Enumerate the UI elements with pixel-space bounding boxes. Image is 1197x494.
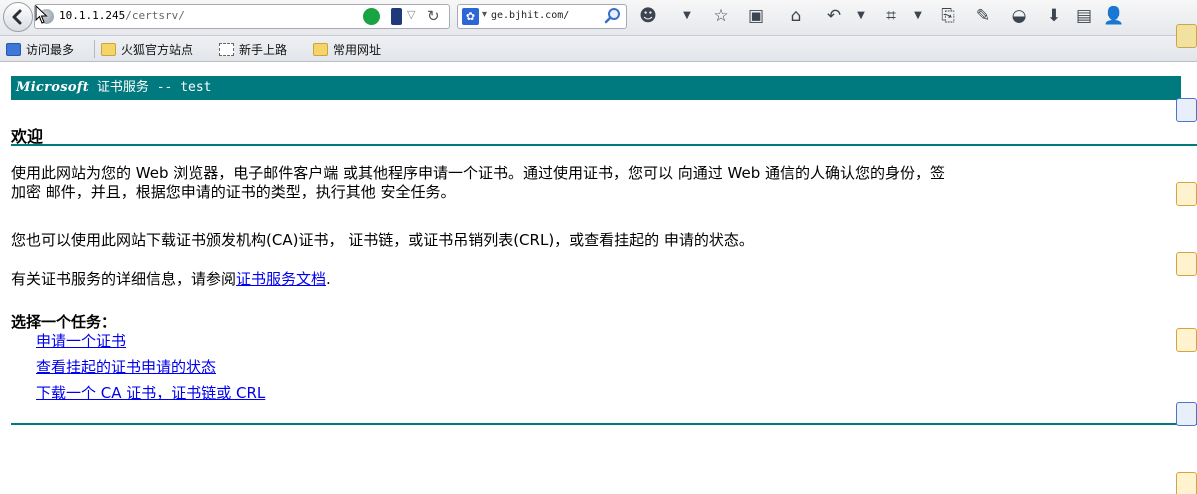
heading-divider: [11, 144, 1197, 146]
footer-divider: [11, 423, 1197, 425]
undo-dropdown-icon[interactable]: ▼: [850, 5, 872, 27]
download-ca-certificate-link[interactable]: 下载一个 CA 证书，证书链或 CRL: [36, 382, 265, 403]
request-certificate-link[interactable]: 申请一个证书: [36, 330, 126, 351]
docs-suffix: .: [326, 270, 331, 288]
bookmarks-menu-icon[interactable]: ▣: [745, 5, 767, 27]
most-visited-icon: [6, 42, 21, 56]
bookmark-label: 常用网址: [333, 42, 382, 57]
navigation-toolbar: 10.1.1.245/certsrv/ ▽ ↻ ✿ ▾ ge.bjhit.com…: [0, 0, 1197, 36]
folder-icon: [313, 42, 328, 56]
user-icon[interactable]: 👤: [1103, 5, 1125, 27]
go-icon[interactable]: [363, 8, 380, 25]
bookmark-firefox-official[interactable]: 火狐官方站点: [101, 40, 193, 58]
url-path: /certsrv/: [125, 9, 185, 22]
sidebar-font-icon[interactable]: [1176, 472, 1197, 494]
sidebar-brush-icon[interactable]: [1176, 182, 1197, 206]
share-icon[interactable]: ⎘: [937, 5, 959, 27]
header-banner: Microsoft 证书服务 -- test: [11, 76, 1181, 100]
sidebar-feather-icon[interactable]: [1176, 402, 1197, 426]
bookmark-common-sites[interactable]: 常用网址: [313, 40, 381, 58]
intro-paragraph-line-1: 使用此网站为您的 Web 浏览器，电子邮件客户端 或其他程序申请一个证书。通过使…: [11, 164, 946, 182]
download-paragraph: 您也可以使用此网站下载证书颁发机构(CA)证书， 证书链，或证书吊销列表(CRL…: [11, 231, 754, 249]
bookmark-label: 火狐官方站点: [121, 42, 194, 57]
bookmark-separator: [94, 40, 95, 58]
bookmark-label: 访问最多: [26, 42, 75, 57]
cert-services-docs-link[interactable]: 证书服务文档: [236, 270, 326, 288]
sidebar-document-icon[interactable]: [1176, 328, 1197, 352]
addon-dropdown-icon[interactable]: ▼: [676, 5, 698, 27]
url-host: 10.1.1.245: [59, 9, 126, 22]
paw-icon[interactable]: ✿: [462, 8, 479, 25]
download-icon[interactable]: ⬇: [1043, 5, 1065, 27]
banner-title: 证书服务 -- test: [89, 80, 212, 95]
mobile-icon[interactable]: [391, 8, 402, 25]
addon-icon[interactable]: ☻: [637, 5, 659, 27]
task-title: 选择一个任务：: [11, 313, 117, 331]
reload-icon[interactable]: ↻: [427, 7, 440, 25]
intro-paragraph-line-2: 加密 邮件，并且，根据您申请的证书的类型，执行其他 安全任务。: [11, 183, 456, 201]
docs-prefix: 有关证书服务的详细信息，请参阅: [11, 270, 237, 288]
sidebar-edit-icon[interactable]: [1176, 98, 1197, 122]
address-bar[interactable]: 10.1.1.245/certsrv/ ▽ ↻: [34, 4, 450, 29]
back-button[interactable]: [3, 2, 33, 32]
screenshot-icon[interactable]: ⌗: [880, 5, 902, 27]
search-engine-dropdown-icon[interactable]: ▾: [482, 9, 487, 20]
bookmark-getting-started[interactable]: 新手上路: [219, 40, 287, 58]
history-dropdown-icon[interactable]: ▽: [407, 8, 415, 21]
search-bar[interactable]: ✿ ▾ ge.bjhit.com/: [457, 4, 627, 29]
mouse-cursor-icon: [35, 5, 48, 24]
search-icon[interactable]: [604, 7, 622, 25]
search-input[interactable]: ge.bjhit.com/: [491, 10, 569, 21]
blank-page-icon: [219, 42, 234, 56]
back-arrow-icon: [12, 9, 22, 25]
page-content: Microsoft 证书服务 -- test 欢迎 使用此网站为您的 Web 浏…: [0, 24, 1197, 494]
sidebar-pencil-icon[interactable]: [1176, 252, 1197, 276]
window-icon[interactable]: ▤: [1073, 5, 1095, 27]
mask-icon[interactable]: ◒: [1008, 5, 1030, 27]
bookmark-most-visited[interactable]: 访问最多: [6, 40, 74, 58]
bookmarks-toolbar: 访问最多 火狐官方站点 新手上路 常用网址: [0, 36, 1197, 62]
folder-icon: [101, 42, 116, 56]
docs-paragraph: 有关证书服务的详细信息，请参阅证书服务文档.: [11, 270, 1197, 289]
browser-window: 10.1.1.245/certsrv/ ▽ ↻ ✿ ▾ ge.bjhit.com…: [0, 0, 1197, 494]
bookmark-star-icon[interactable]: ☆: [710, 5, 732, 27]
brand-name: Microsoft: [16, 80, 90, 95]
bookmark-label: 新手上路: [239, 42, 288, 57]
tools-icon[interactable]: ✎: [972, 5, 994, 27]
screenshot-dropdown-icon[interactable]: ▼: [907, 5, 929, 27]
view-pending-status-link[interactable]: 查看挂起的证书申请的状态: [36, 356, 216, 377]
undo-icon[interactable]: ↶: [823, 5, 845, 27]
home-icon[interactable]: ⌂: [785, 5, 807, 27]
sidebar-note-icon[interactable]: [1176, 24, 1197, 48]
url-text[interactable]: 10.1.1.245/certsrv/: [59, 9, 185, 22]
